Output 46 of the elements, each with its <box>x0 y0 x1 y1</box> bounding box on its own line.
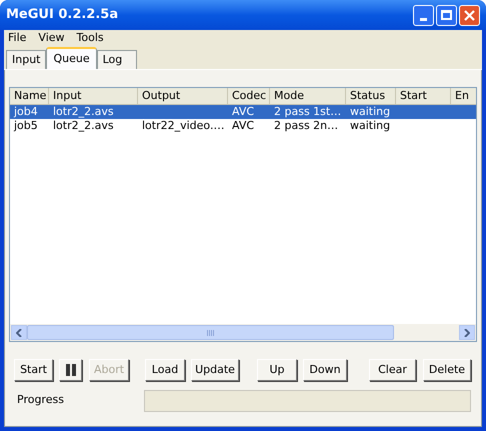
column-header[interactable]: Codec <box>228 88 270 105</box>
close-button[interactable] <box>459 4 480 26</box>
column-header[interactable]: Name <box>10 88 49 105</box>
menu-item[interactable]: View <box>38 30 65 46</box>
column-header[interactable]: Input <box>49 88 138 105</box>
tab[interactable]: Queue <box>46 47 97 69</box>
table-cell: lotr2_2.avs <box>53 119 114 132</box>
toolbar-button[interactable]: Clear <box>369 359 416 381</box>
table-row[interactable]: job4 lotr2_2.avs AVC 2 pass 1st… waiting <box>10 105 476 119</box>
table-cell: 2 pass 1st… <box>274 105 342 118</box>
pause-icon <box>66 364 76 376</box>
column-header[interactable]: Mode <box>270 88 346 105</box>
menu-item[interactable]: File <box>8 30 26 46</box>
table-cell: job5 <box>14 119 38 132</box>
column-header[interactable]: Start <box>396 88 451 105</box>
minimize-button[interactable] <box>413 4 434 26</box>
scroll-left-icon[interactable] <box>11 325 27 340</box>
toolbar-button[interactable]: Load <box>145 359 185 381</box>
toolbar-button[interactable]: Down <box>303 359 347 381</box>
toolbar-button[interactable]: Start <box>14 359 53 381</box>
table-cell: job4 <box>14 105 38 118</box>
window-title: MeGUI 0.2.2.5a <box>6 6 120 24</box>
tab[interactable]: Log <box>96 50 137 69</box>
table-cell: AVC <box>232 105 254 118</box>
scroll-thumb[interactable] <box>27 325 394 340</box>
tab[interactable]: Input <box>6 50 46 69</box>
close-icon <box>464 10 475 20</box>
column-header[interactable]: Output <box>138 88 228 105</box>
table-cell: AVC <box>232 119 254 132</box>
horizontal-scrollbar[interactable] <box>10 324 476 341</box>
table-cell: lotr22_video.… <box>142 119 224 132</box>
toolbar-button[interactable]: Delete <box>423 359 471 381</box>
column-header[interactable]: Status <box>346 88 396 105</box>
menu-item[interactable]: Tools <box>76 30 104 46</box>
maximize-button[interactable] <box>436 4 457 26</box>
table-cell: lotr2_2.avs <box>53 105 114 118</box>
table-cell: waiting <box>350 119 390 132</box>
table-row[interactable]: job5 lotr2_2.avs lotr22_video.… AVC 2 pass 2n… waiting <box>10 119 476 133</box>
scroll-right-icon[interactable] <box>459 325 475 340</box>
table-cell: 2 pass 2n… <box>274 119 338 132</box>
toolbar-button[interactable]: Update <box>191 359 239 381</box>
column-header[interactable]: En <box>451 88 476 105</box>
toolbar-button[interactable]: Up <box>257 359 297 381</box>
table-cell: waiting <box>350 105 390 118</box>
pause-button[interactable] <box>59 359 82 381</box>
progress-label: Progress <box>17 392 65 408</box>
